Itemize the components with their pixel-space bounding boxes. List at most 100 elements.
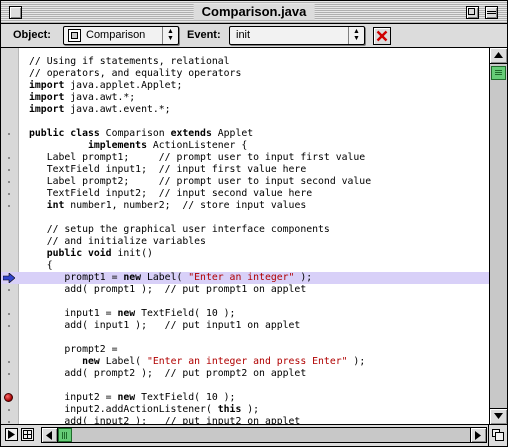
vertical-scroll-track[interactable] [490, 64, 507, 408]
breakpoint-icon[interactable] [1, 392, 18, 404]
breakpoint-slot-icon[interactable] [1, 368, 18, 380]
zoom-box[interactable] [466, 6, 479, 19]
code-line[interactable]: input2 = new TextField( 10 ); [1, 392, 489, 404]
code-line[interactable]: // and initialize variables [1, 236, 489, 248]
run-button[interactable] [5, 428, 18, 441]
code-text: import java.awt.event.*; [29, 104, 171, 116]
code-text: import java.awt.*; [29, 92, 135, 104]
scroll-down-button[interactable] [490, 408, 507, 424]
code-line[interactable]: new Label( "Enter an integer and press E… [1, 356, 489, 368]
breakpoint-slot-icon[interactable] [1, 284, 18, 296]
scroll-left-button[interactable] [42, 428, 58, 442]
breakpoint-slot-icon[interactable] [1, 308, 18, 320]
code-token-keyword: new [123, 272, 142, 283]
code-line[interactable]: Label prompt1; // prompt user to input f… [1, 152, 489, 164]
code-line[interactable]: { [1, 260, 489, 272]
breakpoint-slot-icon[interactable] [1, 320, 18, 332]
code-line[interactable]: import java.awt.*; [1, 92, 489, 104]
code-line[interactable] [1, 296, 489, 308]
delete-button[interactable] [373, 27, 391, 45]
code-line[interactable]: add( input2 ); // put input2 on applet [1, 416, 489, 424]
code-line[interactable]: int number1, number2; // store input val… [1, 200, 489, 212]
code-line[interactable]: Label prompt2; // prompt user to input s… [1, 176, 489, 188]
code-line[interactable]: import java.awt.event.*; [1, 104, 489, 116]
code-text: implements ActionListener { [29, 140, 247, 152]
current-statement-arrow-icon[interactable] [1, 272, 18, 284]
breakpoint-slot-icon[interactable] [1, 152, 18, 164]
code-token-keyword: implements [87, 140, 147, 151]
breakpoint-slot-icon[interactable] [1, 200, 18, 212]
code-line[interactable] [1, 380, 489, 392]
breakpoint-slot-icon[interactable] [1, 356, 18, 368]
code-token-plain: java.awt.*; [64, 92, 136, 103]
split-pane-button[interactable] [21, 428, 34, 441]
code-token-comment: // prompt user to input second value [158, 176, 372, 187]
resize-grip[interactable] [488, 425, 507, 446]
vertical-scroll-thumb[interactable] [491, 66, 506, 80]
gutter-slot [1, 116, 18, 128]
code-line[interactable]: TextField input1; // input first value h… [1, 164, 489, 176]
code-line[interactable] [1, 212, 489, 224]
object-popup[interactable]: Comparison ▲ ▼ [63, 26, 179, 45]
code-line[interactable]: add( input1 ); // put input1 on applet [1, 320, 489, 332]
code-line[interactable]: input2.addActionListener( this ); [1, 404, 489, 416]
gutter-slot [1, 344, 18, 356]
code-line[interactable] [1, 116, 489, 128]
breakpoint-slot-icon[interactable] [1, 176, 18, 188]
code-token-plain: Label prompt1; [29, 152, 159, 163]
breakpoint-slot-icon[interactable] [1, 404, 18, 416]
code-editor[interactable]: // Using if statements, relational// ope… [1, 48, 489, 424]
horizontal-scroll-thumb[interactable] [58, 428, 72, 442]
code-text: // and initialize variables [29, 236, 206, 248]
code-line[interactable]: // Using if statements, relational [1, 56, 489, 68]
code-token-keyword: extends [170, 128, 212, 139]
code-line[interactable]: add( prompt2 ); // put prompt2 on applet [1, 368, 489, 380]
breakpoint-slot-icon[interactable] [1, 164, 18, 176]
code-line[interactable]: public void init() [1, 248, 489, 260]
code-text: input2.addActionListener( this ); [29, 404, 259, 416]
right-arrow-icon [475, 431, 481, 440]
gutter-slot [1, 56, 18, 68]
code-line[interactable]: // operators, and equality operators [1, 68, 489, 80]
code-token-plain: Comparison [99, 128, 171, 139]
vertical-scrollbar[interactable] [489, 48, 507, 424]
down-arrow-icon [494, 413, 503, 419]
code-line[interactable]: add( prompt1 ); // put prompt1 on applet [1, 284, 489, 296]
code-line[interactable]: TextField input2; // input second value … [1, 188, 489, 200]
title-bar[interactable]: Comparison.java [1, 1, 507, 24]
code-token-keyword: new [117, 392, 136, 403]
toolbar: Object: Comparison ▲ ▼ Event: init ▲ ▼ [1, 24, 507, 48]
scroll-right-button[interactable] [470, 428, 486, 442]
code-line[interactable]: import java.applet.Applet; [1, 80, 489, 92]
code-text: { [29, 260, 53, 272]
collapse-box[interactable] [485, 6, 498, 19]
scroll-up-button[interactable] [490, 48, 507, 64]
code-line[interactable]: public class Comparison extends Applet [1, 128, 489, 140]
code-line[interactable]: implements ActionListener { [1, 140, 489, 152]
code-token-keyword: this [217, 404, 242, 415]
event-popup[interactable]: init ▲ ▼ [229, 26, 365, 45]
close-box[interactable] [9, 6, 22, 19]
code-line[interactable] [1, 332, 489, 344]
code-token-plain: Applet [211, 128, 254, 139]
horizontal-scrollbar[interactable] [41, 427, 487, 443]
code-token-comment: // setup the graphical user interface co… [29, 224, 330, 235]
code-token-plain: input2.addActionListener( [29, 404, 218, 415]
code-line[interactable]: prompt2 = [1, 344, 489, 356]
code-token-plain: { [29, 260, 53, 271]
left-arrow-icon [46, 431, 52, 440]
code-token-keyword: import [29, 80, 65, 91]
code-token-plain: number1, number2; [64, 200, 183, 211]
code-line[interactable]: // setup the graphical user interface co… [1, 224, 489, 236]
gutter-slot [1, 380, 18, 392]
code-text: TextField input1; // input first value h… [29, 164, 307, 176]
breakpoint-slot-icon[interactable] [1, 188, 18, 200]
code-line[interactable]: input1 = new TextField( 10 ); [1, 308, 489, 320]
event-label: Event: [187, 29, 221, 41]
gutter-slot [1, 260, 18, 272]
breakpoint-slot-icon[interactable] [1, 128, 18, 140]
breakpoint-slot-icon[interactable] [1, 416, 18, 424]
current-line[interactable]: prompt1 = new Label( "Enter an integer" … [1, 272, 489, 284]
